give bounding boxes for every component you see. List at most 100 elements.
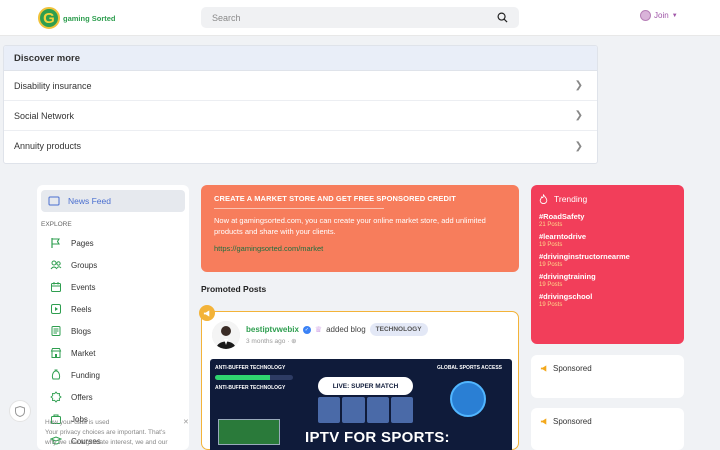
blog-icon: [50, 325, 62, 337]
search-input[interactable]: Search: [201, 7, 519, 28]
search-icon[interactable]: [497, 12, 508, 23]
chevron-right-icon: ❯: [574, 80, 583, 91]
sidebar-item-label: Reels: [71, 304, 92, 314]
sidebar-item-label: Offers: [71, 392, 93, 402]
discover-item[interactable]: Disability insurance ❯: [4, 71, 597, 101]
discover-item[interactable]: Social Network ❯: [4, 101, 597, 131]
image-tv-graphic: [218, 419, 280, 445]
sponsored-label: Sponsored: [553, 364, 592, 373]
market-icon: [50, 347, 62, 359]
trending-item[interactable]: #drivingschool 19 Posts: [539, 292, 676, 308]
promo-title: CREATE A MARKET STORE AND GET FREE SPONS…: [214, 194, 456, 203]
post-author-avatar[interactable]: [212, 321, 240, 349]
top-header: G gaming Sorted Search Join ▼: [0, 0, 720, 36]
post-action-text: added blog: [326, 325, 366, 334]
trending-header: Trending: [539, 194, 676, 204]
cookie-notice-line: Your privacy choices are important. That…: [45, 429, 166, 436]
megaphone-icon: [540, 418, 547, 425]
buffer-progress-fill: [215, 375, 270, 380]
sidebar-item-funding[interactable]: Funding: [41, 364, 185, 386]
sidebar-item-label: Pages: [71, 238, 94, 248]
privacy-shield-button[interactable]: [9, 400, 31, 422]
trending-tag[interactable]: #learntodrive: [539, 232, 676, 241]
sponsored-panel: Sponsored: [531, 408, 684, 450]
megaphone-icon: [540, 365, 547, 372]
trending-title: Trending: [554, 194, 588, 204]
trending-item[interactable]: #drivingtraining 19 Posts: [539, 272, 676, 288]
megaphone-icon: [199, 305, 215, 321]
image-label: ANTI-BUFFER TECHNOLOGY: [215, 385, 286, 391]
chevron-right-icon: ❯: [574, 140, 583, 152]
buffer-progress-bar: [215, 375, 293, 380]
trending-panel: Trending #RoadSafety 21 Posts #learntodr…: [531, 185, 684, 344]
globe-icon: ⊕: [291, 338, 297, 345]
sidebar-item-offers[interactable]: Offers: [41, 386, 185, 408]
sidebar-item-pages[interactable]: Pages: [41, 232, 185, 254]
discover-title: Discover more: [4, 46, 597, 71]
post-author-name[interactable]: bestiptvwebix: [246, 325, 299, 334]
verified-icon: ✓: [302, 325, 311, 334]
left-sidebar: News Feed EXPLORE Pages Groups Events Re…: [37, 185, 189, 450]
discover-item[interactable]: Annuity products ❯: [4, 131, 597, 161]
discover-item-label: Social Network: [14, 110, 75, 121]
search-placeholder: Search: [212, 12, 241, 23]
sidebar-item-events[interactable]: Events: [41, 276, 185, 298]
trending-count: 19 Posts: [539, 262, 563, 268]
sidebar-item-label: Blogs: [71, 326, 92, 336]
site-logo[interactable]: G gaming Sorted: [38, 7, 116, 29]
post-timestamp: 3 months ago · ⊕: [246, 338, 297, 345]
image-right-label: GLOBAL SPORTS ACCESS: [436, 365, 502, 371]
sidebar-item-news-feed[interactable]: News Feed: [41, 190, 185, 212]
join-label: Join: [654, 11, 669, 20]
discover-more-panel: Discover more Disability insurance ❯ Soc…: [3, 45, 598, 164]
trending-tag[interactable]: #drivingtraining: [539, 272, 676, 281]
close-icon[interactable]: ✕: [183, 418, 189, 426]
trending-tag[interactable]: #drivinginstructornearme: [539, 252, 676, 261]
category-tag[interactable]: TECHNOLOGY: [369, 323, 428, 336]
logo-badge: G: [38, 7, 60, 29]
sponsored-header: Sponsored: [540, 364, 675, 373]
sidebar-item-blogs[interactable]: Blogs: [41, 320, 185, 342]
trending-tag[interactable]: #RoadSafety: [539, 212, 676, 221]
promo-divider: [214, 208, 384, 209]
logo-text-part-1: gaming: [63, 13, 90, 23]
image-live-label: LIVE: SUPER MATCH: [318, 377, 413, 395]
trending-count: 19 Posts: [539, 242, 563, 248]
sidebar-item-label: Groups: [71, 260, 98, 270]
fire-icon: [539, 194, 548, 204]
crown-icon: ♕: [314, 325, 323, 334]
avatar: [640, 10, 651, 21]
news-feed-icon: [48, 195, 60, 207]
promo-link[interactable]: https://gamingsorted.com/market: [214, 244, 506, 253]
image-globe-graphic: [450, 381, 486, 417]
trending-item[interactable]: #learntodrive 19 Posts: [539, 232, 676, 248]
trending-item[interactable]: #drivinginstructornearme 19 Posts: [539, 252, 676, 268]
promo-text: Now at gamingsorted.com, you can create …: [214, 216, 486, 236]
groups-icon: [50, 259, 62, 271]
image-title: IPTV FOR SPORTS:: [305, 429, 450, 446]
discover-item-label: Annuity products: [14, 141, 82, 151]
reels-icon: [50, 303, 62, 315]
promoted-posts-heading: Promoted Posts: [201, 284, 267, 294]
sidebar-item-label: News Feed: [68, 196, 111, 206]
trending-item[interactable]: #RoadSafety 21 Posts: [539, 212, 676, 228]
sidebar-item-label: Events: [71, 282, 96, 292]
sponsored-panel: Sponsored: [531, 355, 684, 398]
trending-count: 21 Posts: [539, 222, 563, 228]
image-label: ANTI-BUFFER TECHNOLOGY: [215, 365, 286, 371]
sidebar-item-groups[interactable]: Groups: [41, 254, 185, 276]
sidebar-item-label: Market: [71, 348, 96, 358]
post-header: bestiptvwebix ✓ ♕ added blog TECHNOLOGY: [246, 323, 428, 336]
promoted-post-card: bestiptvwebix ✓ ♕ added blog TECHNOLOGY …: [199, 305, 519, 450]
trending-count: 19 Posts: [539, 282, 563, 288]
market-store-promo: CREATE A MARKET STORE AND GET FREE SPONS…: [201, 185, 519, 272]
post-image[interactable]: ANTI-BUFFER TECHNOLOGY ANTI-BUFFER TECHN…: [210, 359, 512, 450]
explore-section-label: EXPLORE: [41, 221, 72, 228]
trending-tag[interactable]: #drivingschool: [539, 292, 676, 301]
sidebar-item-market[interactable]: Market: [41, 342, 185, 364]
join-menu[interactable]: Join ▼: [640, 10, 678, 21]
discover-item-label: Disability insurance: [14, 80, 92, 91]
cookie-notice: How your data is used Your privacy choic…: [45, 418, 190, 448]
sidebar-item-reels[interactable]: Reels: [41, 298, 185, 320]
sponsored-header: Sponsored: [540, 417, 675, 426]
